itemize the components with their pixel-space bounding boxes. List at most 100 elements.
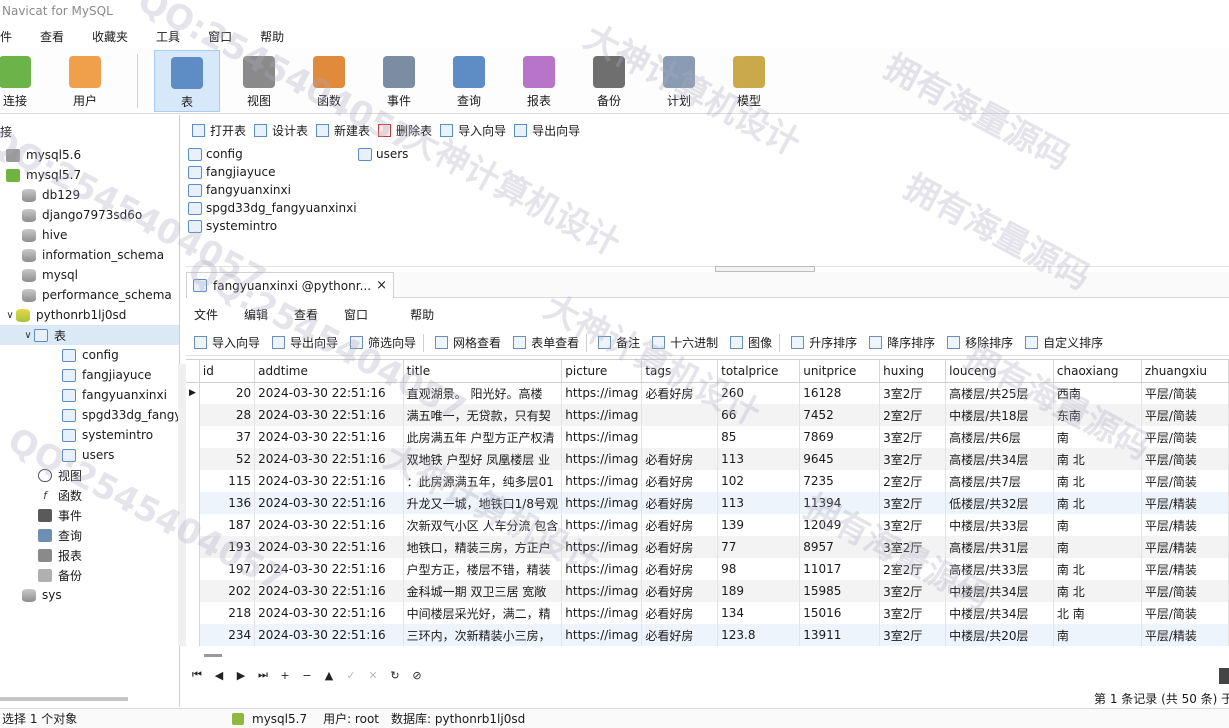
table-cell-id[interactable]: 37 (199, 426, 256, 448)
table-cell-chaoxiang[interactable]: 西南 (1053, 382, 1142, 404)
table-cell-louceng[interactable]: 高楼层/共25层 (945, 382, 1054, 404)
column-header-zhuangxiu[interactable]: zhuangxiu (1141, 360, 1229, 383)
table-cell-totalprice[interactable]: 66 (717, 404, 801, 426)
column-header-unitprice[interactable]: unitprice (799, 360, 881, 383)
table-cell-tags[interactable]: 必看好房 (641, 536, 719, 558)
column-header-addtime[interactable]: addtime (254, 360, 404, 383)
table-cell-totalprice[interactable]: 113 (717, 492, 801, 514)
table-cell-picture[interactable]: https://imag (561, 448, 643, 470)
inner-toolbar-11[interactable]: 自定义排序 (1025, 334, 1103, 351)
tree-item-查询[interactable]: 查询 (0, 525, 179, 545)
table-cell-id[interactable]: 20 (199, 382, 256, 404)
tree-item-表[interactable]: ∨ 表 (0, 325, 179, 345)
table-row[interactable]: 115 2024-03-30 22:51:16 ：此房源满五年，纯多层01 https… (186, 470, 1229, 492)
object-toolbar-1[interactable]: 设计表 (254, 122, 308, 139)
column-header-chaoxiang[interactable]: chaoxiang (1053, 360, 1142, 383)
table-cell-title[interactable]: 满五唯一，无贷款，只有契 (403, 404, 563, 426)
table-cell-id[interactable]: 218 (199, 602, 256, 624)
tree-item-fangyuanxinxi[interactable]: fangyuanxinxi (0, 385, 179, 405)
table-cell-title[interactable]: ：此房源满五年，纯多层01 (403, 470, 563, 492)
table-cell-id[interactable]: 52 (199, 448, 256, 470)
table-cell-zhuangxiu[interactable]: 平层/精装 (1141, 514, 1229, 536)
table-cell-huxing[interactable]: 2室2厅 (879, 404, 947, 426)
table-cell-chaoxiang[interactable]: 南 北 (1053, 448, 1142, 470)
tree-item-information_schema[interactable]: information_schema (0, 245, 179, 265)
table-cell-tags[interactable]: 必看好房 (641, 602, 719, 624)
table-cell-title[interactable]: 此房满五年 户型方正产权清 (403, 426, 563, 448)
table-cell-unitprice[interactable]: 9645 (799, 448, 881, 470)
table-cell-picture[interactable]: https://imag (561, 580, 643, 602)
table-cell-title[interactable]: 地铁口，精装三房，方正户 (403, 536, 563, 558)
toolbar-button-2[interactable]: 表 (154, 50, 220, 112)
table-cell-huxing[interactable]: 3室2厅 (879, 602, 947, 624)
column-header-picture[interactable]: picture (561, 360, 643, 383)
inner-menu-2[interactable]: 查看 (284, 306, 328, 323)
menu-item-5[interactable]: 帮助 (246, 28, 298, 45)
table-cell-unitprice[interactable]: 15016 (799, 602, 881, 624)
column-header-totalprice[interactable]: totalprice (717, 360, 801, 383)
table-cell-picture[interactable]: https://imag (561, 426, 643, 448)
table-cell-picture[interactable]: https://imag (561, 602, 643, 624)
table-cell-id[interactable]: 136 (199, 492, 256, 514)
column-header-huxing[interactable]: huxing (879, 360, 947, 383)
table-cell-tags[interactable]: 必看好房 (641, 624, 719, 646)
inner-menu-0[interactable]: 文件 (186, 306, 228, 323)
tree-item-hive[interactable]: hive (0, 225, 179, 245)
table-row[interactable]: 218 2024-03-30 22:51:16 中间楼层采光好，满二，精 https:… (186, 602, 1229, 624)
toolbar-button-7[interactable]: 报表 (506, 50, 572, 112)
table-cell-title[interactable]: 户型方正，楼层不错，精装 (403, 558, 563, 580)
table-row[interactable]: ▶ 20 2024-03-30 22:51:16 直观湖景。 阳光好。高楼 https:… (186, 382, 1229, 404)
table-cell-huxing[interactable]: 3室2厅 (879, 448, 947, 470)
apply-icon[interactable]: ▲ (318, 669, 340, 682)
table-cell-addtime[interactable]: 2024-03-30 22:51:16 (254, 404, 404, 426)
table-row[interactable]: 202 2024-03-30 22:51:16 金科城一期 双卫三居 宽敞 https… (186, 580, 1229, 602)
menu-item-2[interactable]: 收藏夹 (78, 28, 142, 45)
table-cell-unitprice[interactable]: 11394 (799, 492, 881, 514)
table-cell-huxing[interactable]: 3室2厅 (879, 580, 947, 602)
table-cell-title[interactable]: 直观湖景。 阳光好。高楼 (403, 382, 563, 404)
table-cell-tags[interactable] (641, 404, 719, 426)
table-cell-unitprice[interactable]: 13911 (799, 624, 881, 646)
table-cell-louceng[interactable]: 高楼层/共7层 (945, 470, 1054, 492)
table-cell-tags[interactable]: 必看好房 (641, 580, 719, 602)
table-cell-tags[interactable]: 必看好房 (641, 448, 719, 470)
toolbar-button-0[interactable]: 连接 (0, 50, 48, 112)
table-cell-huxing[interactable]: 3室2厅 (879, 624, 947, 646)
table-cell-tags[interactable]: 必看好房 (641, 514, 719, 536)
sidebar-vertical-scrollbar[interactable] (178, 364, 186, 646)
table-cell-zhuangxiu[interactable]: 平层/简装 (1141, 580, 1229, 602)
table-cell-tags[interactable]: 必看好房 (641, 470, 719, 492)
tree-item-spgd33dg_fangyuanxinxi[interactable]: spgd33dg_fangyuanxinxi (0, 405, 179, 425)
table-cell-zhuangxiu[interactable]: 平层/简装 (1141, 404, 1229, 426)
table-cell-chaoxiang[interactable]: 南 (1053, 514, 1142, 536)
table-cell-chaoxiang[interactable]: 南 (1053, 536, 1142, 558)
tree-item-db129[interactable]: db129 (0, 185, 179, 205)
table-row[interactable]: 28 2024-03-30 22:51:16 满五唯一，无贷款，只有契 https:/… (186, 404, 1229, 426)
table-cell-louceng[interactable]: 低楼层/共32层 (945, 492, 1054, 514)
table-cell-chaoxiang[interactable]: 南 北 (1053, 558, 1142, 580)
object-item-fangyuanxinxi[interactable]: fangyuanxinxi (188, 181, 291, 199)
first-record-icon[interactable]: ⏮ (186, 668, 208, 682)
table-cell-unitprice[interactable]: 12049 (799, 514, 881, 536)
inner-toolbar-7[interactable]: 图像 (730, 334, 772, 351)
table-cell-zhuangxiu[interactable]: 平层/简装 (1141, 470, 1229, 492)
table-cell-chaoxiang[interactable]: 南 (1053, 426, 1142, 448)
tree-item-mysql5.7[interactable]: mysql5.7 (0, 165, 179, 185)
object-item-spgd33dg_fangyuanxinxi[interactable]: spgd33dg_fangyuanxinxi (188, 199, 357, 217)
table-cell-unitprice[interactable]: 11017 (799, 558, 881, 580)
table-row[interactable]: 197 2024-03-30 22:51:16 户型方正，楼层不错，精装 https:… (186, 558, 1229, 580)
table-cell-louceng[interactable]: 中楼层/共33层 (945, 514, 1054, 536)
table-cell-chaoxiang[interactable]: 东南 (1053, 404, 1142, 426)
table-cell-totalprice[interactable]: 85 (717, 426, 801, 448)
table-cell-id[interactable]: 115 (199, 470, 256, 492)
toolbar-button-3[interactable]: 视图 (226, 50, 292, 112)
inner-toolbar-9[interactable]: 降序排序 (869, 334, 935, 351)
table-cell-id[interactable]: 187 (199, 514, 256, 536)
table-cell-huxing[interactable]: 3室2厅 (879, 426, 947, 448)
table-cell-id[interactable]: 28 (199, 404, 256, 426)
table-cell-zhuangxiu[interactable]: 平层/精装 (1141, 624, 1229, 646)
menu-item-3[interactable]: 工具 (142, 28, 194, 45)
menu-item-4[interactable]: 窗口 (194, 28, 246, 45)
tree-item-django7973sd6o[interactable]: django7973sd6o (0, 205, 179, 225)
tree-item-报表[interactable]: 报表 (0, 545, 179, 565)
